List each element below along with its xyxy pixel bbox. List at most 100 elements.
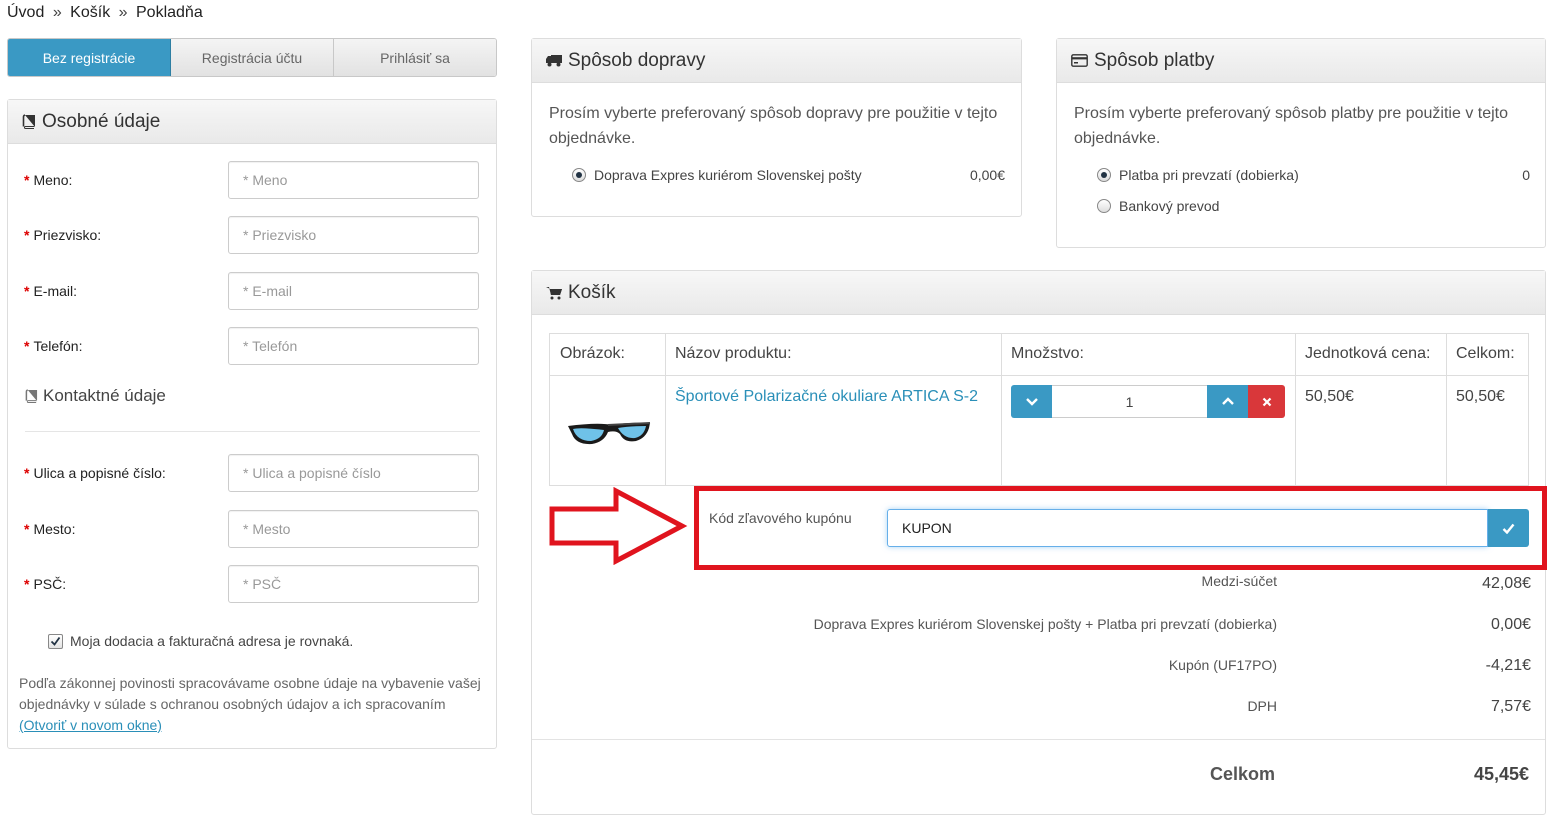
city-label: * Mesto:	[24, 521, 76, 537]
unit-price-cell: 50,50€	[1295, 375, 1447, 486]
coupon-discount-label: Kupón (UF17PO)	[1168, 657, 1277, 673]
divider	[532, 739, 1545, 740]
table-row: Športové Polarizačné okuliare ARTICA S-2	[549, 375, 1529, 486]
zip-label: * PSČ:	[24, 576, 67, 592]
cart-table: Obrázok: Názov produktu: Množstvo: Jedno…	[549, 333, 1529, 486]
credit-card-icon	[1071, 54, 1088, 67]
tab-login[interactable]: Prihlásiť sa	[334, 39, 496, 76]
product-image-cell	[549, 375, 666, 486]
checkmark-icon	[50, 636, 61, 646]
shipping-option-label: Doprava Expres kuriérom Slovenskej pošty	[594, 167, 862, 183]
shipping-description: Prosím vyberte preferovaný spôsob doprav…	[549, 105, 998, 147]
phone-input[interactable]	[228, 327, 479, 365]
field-row-name: * Meno:	[24, 161, 479, 199]
coupon-discount-value: -4,21€	[1485, 657, 1531, 674]
arrow-annotation-icon	[549, 487, 688, 565]
personal-data-panel: Osobné údaje *Meno: *Priezvisko: *E-mail…	[7, 99, 497, 749]
payment-option-bank[interactable]: Bankový prevod	[1097, 198, 1219, 214]
coupon-highlight-box	[694, 486, 1547, 570]
total-price-cell: 50,50€	[1446, 375, 1529, 486]
email-label: * E-mail:	[24, 283, 78, 299]
surname-input[interactable]	[228, 216, 479, 254]
close-icon	[1262, 397, 1271, 406]
subtotal-value: 42,08€	[1482, 575, 1531, 592]
decrease-button[interactable]	[1011, 385, 1052, 418]
book-icon	[22, 114, 36, 129]
shipping-payment-label: Doprava Expres kuriérom Slovenskej pošty…	[813, 616, 1277, 632]
field-row-phone: * Telefón:	[24, 327, 479, 365]
breadcrumb-separator: »	[118, 4, 128, 21]
truck-icon	[546, 54, 562, 67]
payment-header: Spôsob platby	[1057, 39, 1545, 83]
shopping-cart-icon	[546, 286, 562, 300]
gdpr-link[interactable]: (Otvoriť v novom okne)	[19, 717, 162, 733]
payment-option-cod[interactable]: Platba pri prevzatí (dobierka) 0	[1097, 167, 1530, 183]
column-header: Názov produktu:	[665, 333, 1002, 376]
grand-total-label: Celkom	[1209, 764, 1275, 784]
cart-title: Košík	[568, 281, 616, 303]
shipping-radio[interactable]	[572, 168, 586, 182]
increase-button[interactable]	[1207, 385, 1248, 418]
shipping-option-price: 0,00€	[969, 167, 1005, 183]
name-label: * Meno:	[24, 172, 73, 188]
product-name-cell: Športové Polarizačné okuliare ARTICA S-2	[665, 375, 1002, 486]
column-header: Množstvo:	[1001, 333, 1296, 376]
shipping-title: Spôsob dopravy	[568, 49, 706, 71]
product-name-link[interactable]: Športové Polarizačné okuliare ARTICA S-2	[675, 388, 978, 405]
shipping-option[interactable]: Doprava Expres kuriérom Slovenskej pošty…	[572, 167, 1005, 183]
payment-option-label: Platba pri prevzatí (dobierka)	[1119, 167, 1299, 183]
personal-data-header: Osobné údaje	[8, 100, 496, 144]
column-header: Celkom:	[1446, 333, 1529, 376]
payment-radio-cod[interactable]	[1097, 168, 1111, 182]
tab-no-registration[interactable]: Bez registrácie	[8, 39, 171, 76]
same-address-row: Moja dodacia a fakturačná adresa je rovn…	[48, 633, 353, 649]
quantity-cell	[1001, 375, 1296, 486]
email-input[interactable]	[228, 272, 479, 310]
column-header: Obrázok:	[549, 333, 666, 376]
phone-label: * Telefón:	[24, 338, 83, 354]
chevron-up-icon	[1221, 397, 1234, 405]
registration-tabs: Bez registrácie Registrácia účtu Prihlás…	[7, 38, 497, 77]
tab-register-account[interactable]: Registrácia účtu	[171, 39, 334, 76]
grand-total-value: 45,45€	[1473, 764, 1529, 784]
payment-panel: Spôsob platby Prosím vyberte preferovaný…	[1056, 38, 1546, 248]
book-icon	[25, 389, 38, 403]
field-row-city: * Mesto:	[24, 510, 479, 548]
breadcrumb-home[interactable]: Úvod	[7, 4, 44, 21]
same-address-label: Moja dodacia a fakturačná adresa je rovn…	[70, 633, 354, 649]
breadcrumb-separator: »	[52, 4, 62, 21]
remove-button[interactable]	[1248, 385, 1285, 418]
zip-input[interactable]	[228, 565, 479, 603]
same-address-checkbox[interactable]	[48, 633, 63, 649]
cart-table-header: Obrázok: Názov produktu: Množstvo: Jedno…	[549, 333, 1529, 376]
surname-label: * Priezvisko:	[24, 227, 102, 243]
contact-data-heading: Kontaktné údaje	[25, 386, 166, 406]
subtotal-label: Medzi-súčet	[1201, 573, 1277, 589]
field-row-surname: * Priezvisko:	[24, 216, 479, 254]
city-input[interactable]	[228, 510, 479, 548]
name-input[interactable]	[228, 161, 479, 199]
divider	[25, 431, 480, 432]
breadcrumb-current: Pokladňa	[136, 4, 203, 21]
breadcrumb: Úvod » Košík » Pokladňa	[7, 4, 203, 22]
quantity-input[interactable]	[1052, 385, 1207, 418]
payment-option-label: Bankový prevod	[1119, 198, 1220, 214]
shipping-payment-value: 0,00€	[1490, 616, 1531, 633]
breadcrumb-cart[interactable]: Košík	[70, 4, 110, 21]
cart-header: Košík	[532, 271, 1545, 315]
gdpr-notice: Podľa zákonnej povinosti spracovávame os…	[19, 675, 481, 733]
payment-title: Spôsob platby	[1094, 49, 1215, 71]
shipping-panel: Spôsob dopravy Prosím vyberte preferovan…	[531, 38, 1022, 217]
field-row-zip: * PSČ:	[24, 565, 479, 603]
street-label: * Ulica a popisné číslo:	[24, 465, 166, 481]
street-input[interactable]	[228, 454, 479, 492]
sunglasses-image[interactable]	[558, 408, 658, 458]
column-header: Jednotková cena:	[1295, 333, 1447, 376]
shipping-header: Spôsob dopravy	[532, 39, 1021, 83]
personal-data-title: Osobné údaje	[42, 110, 161, 132]
payment-radio-bank[interactable]	[1097, 199, 1111, 213]
vat-label: DPH	[1247, 698, 1277, 714]
payment-option-price: 0	[1522, 167, 1530, 183]
field-row-email: * E-mail:	[24, 272, 479, 310]
chevron-down-icon	[1025, 398, 1038, 406]
